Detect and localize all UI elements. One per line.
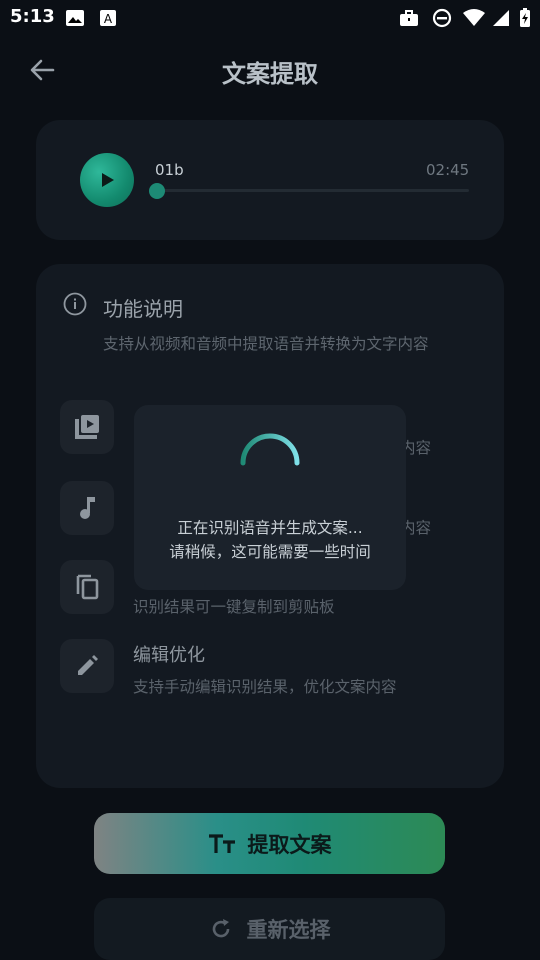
reselect-button[interactable]: 重新选择 [94, 898, 445, 960]
briefcase-icon [398, 8, 420, 28]
extract-text-button[interactable]: 提取文案 [94, 813, 445, 874]
progress-knob[interactable] [149, 183, 165, 199]
loading-message: 正在识别语音并生成文案... [177, 519, 363, 537]
play-icon [102, 173, 114, 187]
music-note-icon [80, 497, 95, 519]
text-size-icon [208, 833, 235, 853]
copy-icon [76, 574, 99, 600]
audio-duration: 02:45 [426, 161, 470, 179]
text-format-icon: A [97, 8, 119, 28]
info-icon [63, 292, 87, 316]
progress-track[interactable] [157, 189, 469, 192]
battery-charging-icon [516, 8, 534, 28]
info-description: 支持从视频和音频中提取语音并转换为文字内容 [103, 335, 429, 353]
edit-pencil-icon [78, 655, 98, 675]
reselect-button-label: 重新选择 [246, 918, 331, 942]
feature-title: 编辑优化 [133, 645, 205, 666]
status-time: 5:13 [10, 6, 55, 27]
feature-description: 支持手动编辑识别结果，优化文案内容 [133, 678, 397, 696]
extract-button-label: 提取文案 [247, 832, 332, 857]
feature-description: 识别结果可一键复制到剪贴板 [133, 598, 335, 616]
feature-icon-box [60, 560, 114, 614]
video-file-icon [75, 415, 99, 439]
signal-icon [490, 8, 512, 28]
loading-hint: 请稍候，这可能需要一些时间 [169, 543, 371, 561]
play-button[interactable] [80, 153, 134, 207]
svg-text:A: A [104, 12, 113, 26]
wifi-icon [462, 8, 486, 28]
gallery-icon [64, 8, 86, 28]
info-title: 功能说明 [103, 297, 183, 321]
refresh-icon [212, 919, 229, 938]
feature-icon-box [60, 639, 114, 693]
page-title: 文案提取 [222, 60, 318, 88]
status-bar: 5:13 A [0, 0, 540, 36]
do-not-disturb-icon [431, 8, 453, 28]
feature-icon-box [60, 481, 114, 535]
feature-icon-box [60, 400, 114, 454]
audio-file-name: 01b [155, 161, 184, 179]
loading-spinner-icon [239, 432, 301, 494]
